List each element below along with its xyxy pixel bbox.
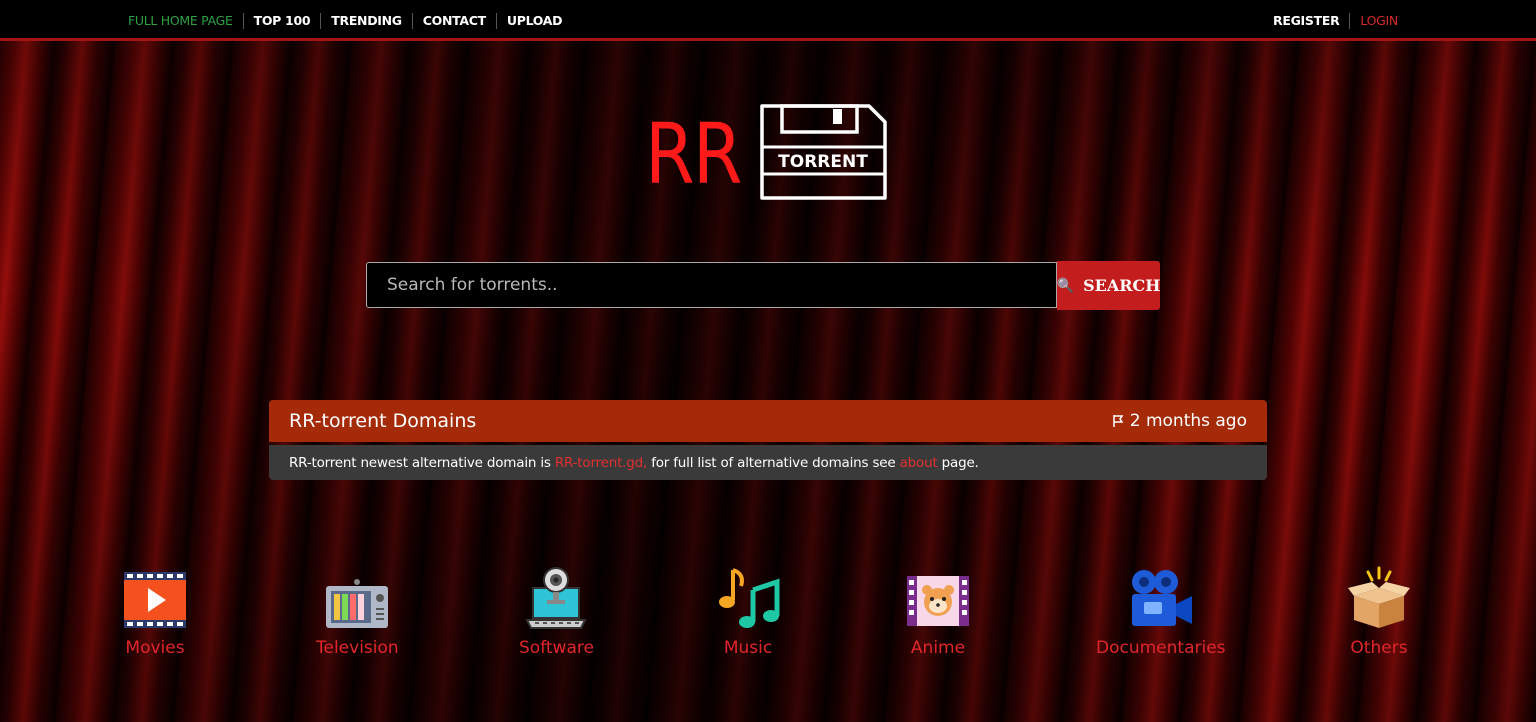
- nav-upload[interactable]: UPLOAD: [497, 13, 572, 29]
- top-navigation-bar: FULL HOME PAGE TOP 100 TRENDING CONTACT …: [0, 0, 1536, 41]
- announcement-body: RR-torrent newest alternative domain is …: [269, 445, 1267, 480]
- nav-left-group: FULL HOME PAGE TOP 100 TRENDING CONTACT …: [128, 13, 572, 29]
- category-label: Software: [519, 638, 594, 658]
- movie-film-icon: [124, 572, 186, 628]
- category-anime[interactable]: Anime: [905, 566, 971, 658]
- anime-film-icon: [907, 576, 969, 626]
- category-software[interactable]: Software: [519, 566, 594, 658]
- nav-register[interactable]: REGISTER: [1263, 13, 1351, 29]
- search-button[interactable]: 🔍 SEARCH: [1057, 261, 1160, 310]
- category-label: Documentaries: [1096, 638, 1226, 658]
- category-television[interactable]: Television: [316, 566, 399, 658]
- announcement-title: RR-torrent Domains: [289, 410, 477, 432]
- domain-link[interactable]: RR-torrent.gd,: [555, 455, 647, 471]
- announcement-time: 2 months ago: [1112, 411, 1247, 431]
- magnifier-icon: 🔍: [1056, 277, 1075, 294]
- logo-rr-text: RR: [645, 105, 743, 203]
- category-label: Others: [1350, 638, 1408, 658]
- announcement-body-middle: for full list of alternative domains see: [651, 454, 896, 471]
- category-music[interactable]: Music: [715, 566, 781, 658]
- announcement-body-prefix: RR-torrent newest alternative domain is: [289, 454, 551, 471]
- laptop-webcam-icon: [525, 567, 588, 629]
- announcement-panel: RR-torrent Domains 2 months ago RR-torre…: [269, 400, 1267, 480]
- search-button-label: SEARCH: [1083, 276, 1161, 295]
- category-documentaries[interactable]: Documentaries: [1096, 566, 1226, 658]
- site-logo[interactable]: RR TORRENT: [645, 103, 890, 203]
- tv-icon: [326, 579, 389, 628]
- category-label: Television: [316, 638, 399, 658]
- nav-contact[interactable]: CONTACT: [413, 13, 497, 29]
- logo-torrent-text: TORRENT: [778, 152, 868, 172]
- announcement-body-suffix: page.: [941, 454, 979, 471]
- music-notes-icon: [719, 568, 780, 628]
- about-link[interactable]: about: [900, 455, 938, 471]
- category-label: Movies: [125, 638, 185, 658]
- announcement-time-text: 2 months ago: [1129, 411, 1247, 431]
- category-row: Movies Television Software Music Anime D…: [0, 566, 1536, 666]
- nav-full-home-page[interactable]: FULL HOME PAGE: [128, 13, 244, 29]
- category-label: Anime: [910, 638, 966, 658]
- flag-icon: [1112, 415, 1124, 427]
- nav-top-100[interactable]: TOP 100: [244, 13, 322, 29]
- video-camera-icon: [1131, 570, 1192, 626]
- nav-right-group: REGISTER LOGIN: [1263, 13, 1408, 29]
- search-form: 🔍 SEARCH: [366, 261, 1160, 310]
- announcement-header: RR-torrent Domains 2 months ago: [269, 400, 1267, 442]
- floppy-disk-icon: TORRENT: [760, 104, 887, 200]
- open-box-icon: [1348, 566, 1410, 628]
- search-input[interactable]: [366, 262, 1057, 308]
- category-label: Music: [723, 638, 773, 658]
- nav-trending[interactable]: TRENDING: [321, 13, 413, 29]
- category-others[interactable]: Others: [1346, 566, 1412, 658]
- nav-login[interactable]: LOGIN: [1350, 13, 1408, 29]
- category-movies[interactable]: Movies: [122, 566, 188, 658]
